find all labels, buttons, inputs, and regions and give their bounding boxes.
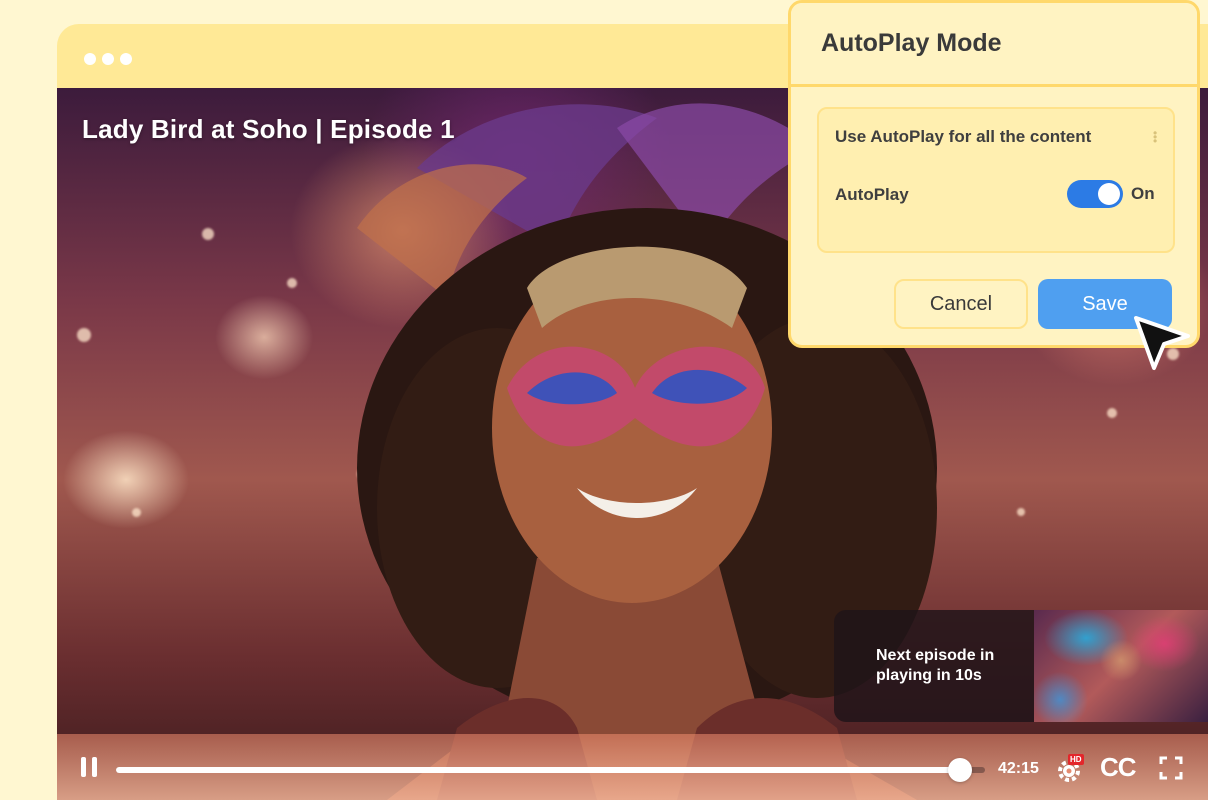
next-episode-card[interactable]: Next episode in playing in 10s xyxy=(834,610,1208,722)
next-episode-line2: playing in 10s xyxy=(876,667,982,684)
autoplay-description: Use AutoPlay for all the content xyxy=(835,127,1092,146)
video-title: Lady Bird at Soho | Episode 1 xyxy=(82,114,455,144)
next-episode-text: Next episode in playing in 10s xyxy=(834,610,1034,722)
pause-icon[interactable] xyxy=(81,757,101,777)
pause-bar xyxy=(81,757,86,777)
window-dot xyxy=(84,53,96,65)
cancel-button[interactable]: Cancel xyxy=(894,279,1028,329)
player-control-bar: 42:15 HD CC xyxy=(57,734,1208,800)
window-dot xyxy=(120,53,132,65)
window-dot xyxy=(102,53,114,65)
seek-bar-progress xyxy=(116,767,959,773)
hd-badge: HD xyxy=(1068,754,1084,765)
mouse-cursor-icon xyxy=(1134,316,1190,370)
fullscreen-icon[interactable] xyxy=(1159,756,1183,780)
current-time: 42:15 xyxy=(998,760,1039,777)
toggle-state-label: On xyxy=(1131,184,1155,203)
seek-handle[interactable] xyxy=(948,758,972,782)
autoplay-toggle[interactable] xyxy=(1067,180,1123,208)
toggle-knob xyxy=(1098,183,1120,205)
dialog-content-panel: Use AutoPlay for all the content • • • Aut… xyxy=(817,107,1175,253)
pause-bar xyxy=(92,757,97,777)
settings-gear-icon[interactable]: HD xyxy=(1056,754,1086,784)
next-episode-thumbnail[interactable] xyxy=(1034,610,1208,722)
closed-captions-button[interactable]: CC xyxy=(1100,752,1137,783)
more-options-icon[interactable]: • • • xyxy=(1153,127,1157,147)
dialog-title: AutoPlay Mode xyxy=(821,29,1002,57)
next-episode-line1: Next episode in xyxy=(876,647,995,664)
dialog-header: AutoPlay Mode xyxy=(791,3,1197,87)
window-dots-icon[interactable] xyxy=(84,53,132,65)
autoplay-label: AutoPlay xyxy=(835,185,909,204)
seek-bar[interactable] xyxy=(116,767,985,773)
autoplay-dialog: AutoPlay Mode Use AutoPlay for all the c… xyxy=(788,0,1200,348)
